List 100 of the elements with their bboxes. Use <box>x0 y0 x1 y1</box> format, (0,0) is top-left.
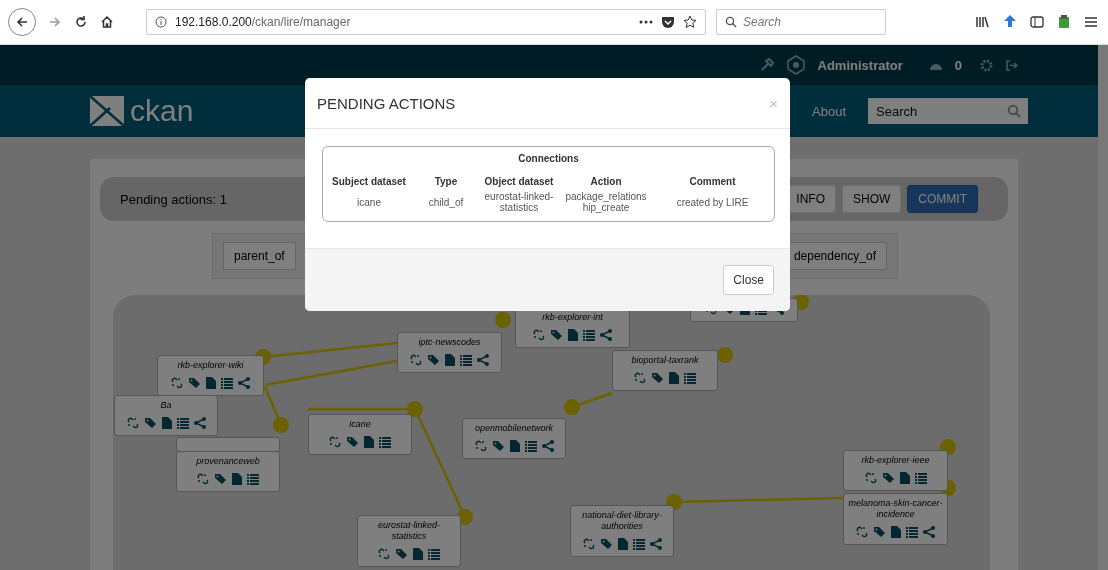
star-icon[interactable] <box>683 15 697 29</box>
unlink-icon[interactable] <box>533 329 545 341</box>
list-icon[interactable] <box>176 417 189 429</box>
file-icon[interactable] <box>445 354 455 366</box>
file-icon[interactable] <box>206 377 216 389</box>
pocket-icon[interactable] <box>661 15 675 29</box>
library-icon[interactable] <box>976 16 990 28</box>
unlink-icon[interactable] <box>171 377 183 389</box>
file-icon[interactable] <box>891 526 901 538</box>
file-icon[interactable] <box>413 548 423 560</box>
tags-icon[interactable] <box>651 372 664 384</box>
share-icon[interactable] <box>477 354 489 366</box>
unlink-icon[interactable] <box>197 473 209 485</box>
file-icon[interactable] <box>568 329 578 341</box>
more-icon[interactable] <box>639 20 653 24</box>
address-bar[interactable]: 192.168.0.200/ckan/lire/manager <box>146 9 706 35</box>
list-icon[interactable] <box>583 329 595 341</box>
list-icon[interactable] <box>524 440 537 452</box>
list-icon[interactable] <box>379 436 391 448</box>
settings-icon[interactable] <box>980 58 993 72</box>
dataset-node[interactable]: rkb-explorer-wiki <box>157 355 264 396</box>
dataset-node[interactable]: bioportal-taxrank <box>612 350 718 391</box>
tags-icon[interactable] <box>427 354 440 366</box>
share-icon[interactable] <box>649 538 662 550</box>
list-icon[interactable] <box>632 538 645 550</box>
tags-icon[interactable] <box>143 417 157 429</box>
tags-icon[interactable] <box>214 473 227 485</box>
file-icon[interactable] <box>617 538 628 550</box>
tags-icon[interactable] <box>873 526 886 538</box>
dataset-node[interactable]: melanoma-skin-cancer-incidence <box>843 493 948 545</box>
table-cell-text: package_relationship_create <box>564 191 648 213</box>
list-icon[interactable] <box>221 377 233 389</box>
unlink-icon[interactable] <box>474 440 487 452</box>
share-icon[interactable] <box>923 526 935 538</box>
dataset-node[interactable]: icane <box>308 414 412 455</box>
extension-icon[interactable] <box>1058 15 1070 29</box>
back-button[interactable] <box>8 8 36 36</box>
file-icon[interactable] <box>161 417 172 429</box>
share-icon[interactable] <box>541 440 554 452</box>
dataset-node[interactable]: eurostat-linked-statistics <box>357 515 461 567</box>
unlink-icon[interactable] <box>378 548 390 560</box>
tags-icon[interactable] <box>188 377 201 389</box>
search-field[interactable]: Search <box>868 98 1028 124</box>
file-icon[interactable] <box>232 473 242 485</box>
sidebar-icon[interactable] <box>1030 16 1044 28</box>
action-button[interactable]: SHOW <box>842 185 902 213</box>
list-icon[interactable] <box>906 526 918 538</box>
close-button[interactable]: Close <box>723 265 774 295</box>
action-button[interactable]: COMMIT <box>907 185 978 213</box>
tags-icon[interactable] <box>881 472 895 484</box>
unlink-icon[interactable] <box>864 472 877 484</box>
connector-dot <box>495 312 511 328</box>
logo-text[interactable]: ckan <box>130 94 194 128</box>
table-caption: Connections <box>517 153 580 164</box>
tags-icon[interactable] <box>599 538 613 550</box>
dataset-node[interactable]: provenanceweb <box>176 451 280 492</box>
hammer-icon[interactable] <box>759 58 774 72</box>
table-cell-text: child_of <box>427 196 465 208</box>
unlink-icon[interactable] <box>582 538 595 550</box>
back-arrow-icon[interactable] <box>15 15 29 29</box>
tags-icon[interactable] <box>346 436 359 448</box>
avatar-icon[interactable] <box>785 55 806 75</box>
share-icon[interactable] <box>238 377 250 389</box>
menu-icon[interactable] <box>1084 16 1098 28</box>
unlink-icon[interactable] <box>634 372 646 384</box>
dataset-node[interactable]: iptc-newscodes <box>397 332 502 373</box>
list-icon[interactable] <box>247 473 259 485</box>
nav-link[interactable]: About <box>812 103 846 119</box>
unlink-icon[interactable] <box>126 417 139 429</box>
tags-icon[interactable] <box>550 329 563 341</box>
dataset-node[interactable]: openmobilenetwork <box>462 418 566 459</box>
dataset-node[interactable]: rkb-explorer-ieee <box>843 450 948 491</box>
forward-icon[interactable] <box>48 15 62 29</box>
logout-icon[interactable] <box>1005 58 1018 72</box>
node-label: rkb-explorer-ieee <box>861 455 930 466</box>
unlink-icon[interactable] <box>329 436 341 448</box>
reload-icon[interactable] <box>74 15 88 29</box>
relation-type-button[interactable]: parent_of <box>223 242 296 270</box>
file-icon[interactable] <box>899 472 910 484</box>
file-icon[interactable] <box>669 372 679 384</box>
search-field[interactable]: Search <box>716 9 886 35</box>
extension-icon[interactable] <box>1004 15 1016 29</box>
file-icon[interactable] <box>509 440 520 452</box>
dataset-node[interactable]: Ba <box>114 395 218 436</box>
tags-icon[interactable] <box>491 440 505 452</box>
list-icon[interactable] <box>428 548 440 560</box>
search-icon[interactable] <box>1007 104 1021 118</box>
list-icon[interactable] <box>460 354 472 366</box>
unlink-icon[interactable] <box>410 354 422 366</box>
list-icon[interactable] <box>914 472 927 484</box>
share-icon[interactable] <box>600 329 612 341</box>
unlink-icon[interactable] <box>856 526 868 538</box>
home-icon[interactable] <box>100 15 114 29</box>
tags-icon[interactable] <box>395 548 408 560</box>
file-icon[interactable] <box>364 436 374 448</box>
info-icon[interactable] <box>155 16 167 28</box>
username-link[interactable]: Administrator <box>817 57 903 73</box>
dataset-node[interactable]: national-diet-library-authorities <box>570 505 674 557</box>
list-icon[interactable] <box>684 372 696 384</box>
share-icon[interactable] <box>193 417 206 429</box>
